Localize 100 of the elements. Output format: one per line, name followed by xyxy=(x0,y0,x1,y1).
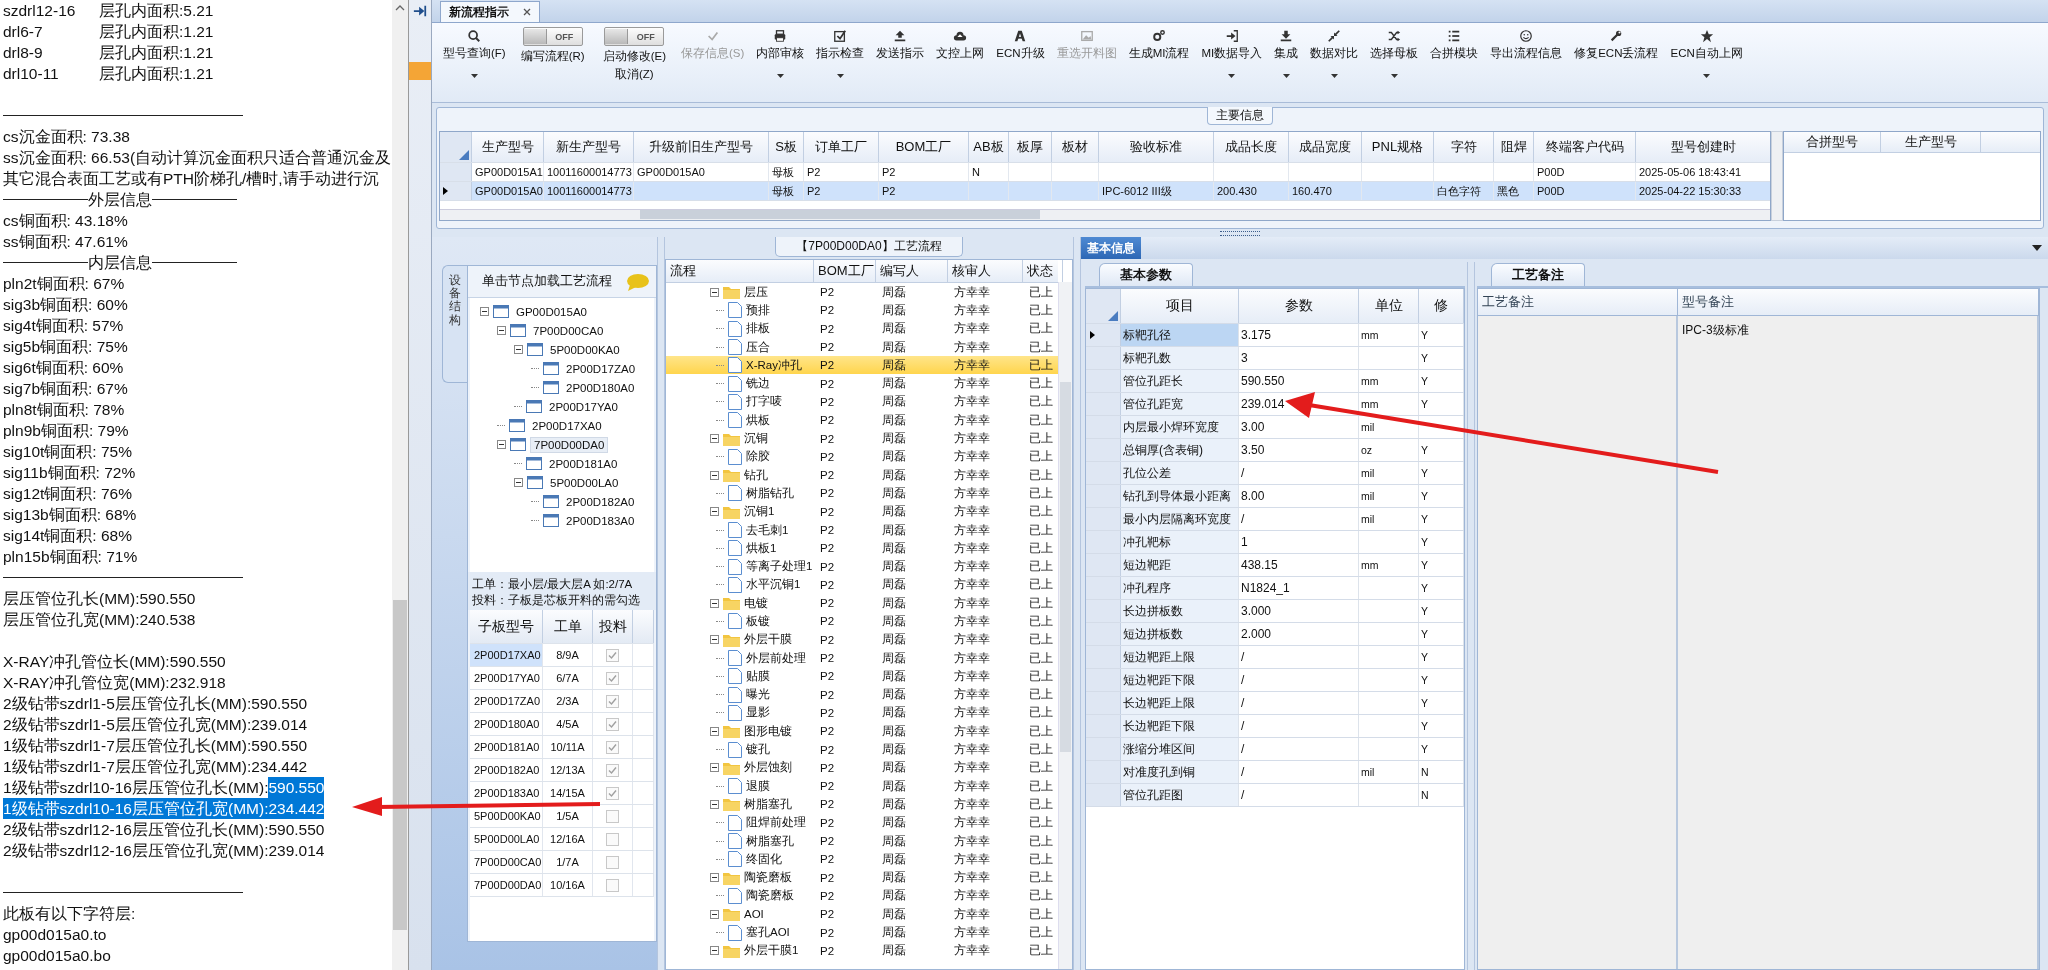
tree-node[interactable]: 2P00D181A0 xyxy=(546,456,621,471)
collapse-icon[interactable] xyxy=(710,873,719,883)
process-row[interactable]: 沉铜 P2 周磊 方幸幸 已上 xyxy=(666,429,1058,448)
collapse-icon[interactable] xyxy=(497,440,506,449)
checkbox[interactable] xyxy=(606,648,619,662)
toolbar-button[interactable]: 合拼模块 xyxy=(1425,27,1484,99)
collapse-icon[interactable] xyxy=(710,909,719,919)
scroll-up-icon[interactable] xyxy=(395,4,406,12)
toolbar-button[interactable]: 文控上网 xyxy=(931,27,990,99)
process-row[interactable]: 树脂塞孔 P2 周磊 方幸幸 已上 xyxy=(666,831,1058,851)
board-cell[interactable]: 2P00D17ZA0 xyxy=(470,690,543,712)
checkbox[interactable] xyxy=(606,832,619,846)
process-row[interactable]: 陶瓷磨板 P2 周磊 方幸幸 已上 xyxy=(666,868,1058,887)
tree-node[interactable]: 2P00D182A0 xyxy=(563,494,638,509)
table-cell[interactable]: 短边拼板数 xyxy=(1121,623,1239,645)
toolbar-button[interactable]: 发送指示 xyxy=(871,27,930,99)
collapse-icon[interactable] xyxy=(710,470,719,480)
process-row[interactable]: 显影 P2 周磊 方幸幸 已上 xyxy=(666,703,1058,723)
process-row[interactable]: 阻焊前处理 P2 周磊 方幸幸 已上 xyxy=(666,813,1058,832)
scrollbar[interactable] xyxy=(1058,282,1072,969)
table-cell[interactable]: 涨缩分堆区间 xyxy=(1121,738,1239,760)
toolbar-button[interactable]: 指示检查 xyxy=(811,27,870,99)
column-header[interactable]: BOM工厂 xyxy=(879,132,969,162)
table-cell[interactable]: 对准度孔到铜 xyxy=(1121,761,1239,783)
process-row[interactable]: 预排 P2 周磊 方幸幸 已上 xyxy=(666,301,1058,320)
caret-icon[interactable] xyxy=(1282,74,1290,78)
splitter[interactable] xyxy=(1467,262,1475,970)
table-cell[interactable]: 钻孔到导体最小距离 xyxy=(1121,485,1239,507)
scrollbar[interactable] xyxy=(440,209,1770,220)
table-cell[interactable]: 内层最小焊环宽度 xyxy=(1121,416,1239,438)
column-header[interactable]: 修 xyxy=(1419,289,1464,323)
close-icon[interactable] xyxy=(523,8,531,16)
process-row[interactable]: 陶瓷磨板 P2 周磊 方幸幸 已上 xyxy=(666,886,1058,906)
column-header[interactable]: 板厚 xyxy=(1009,132,1052,162)
collapse-icon[interactable] xyxy=(514,345,523,354)
table-cell[interactable]: 管位孔距长 xyxy=(1121,370,1239,392)
caret-icon[interactable] xyxy=(836,74,844,78)
toolbar-button[interactable]: MI数据导入 xyxy=(1196,27,1268,99)
tree-node[interactable]: 2P00D180A0 xyxy=(563,380,638,395)
column-header[interactable]: 新生产型号 xyxy=(544,132,634,162)
toolbar-button[interactable]: ECN升级 xyxy=(991,27,1050,99)
table-cell[interactable]: 冲孔靶标 xyxy=(1121,531,1239,553)
column-header[interactable]: AB板 xyxy=(969,132,1009,162)
process-row[interactable]: 层压 P2 周磊 方幸幸 已上 xyxy=(666,283,1058,302)
column-header[interactable]: 工单 xyxy=(543,610,593,643)
scrollbar[interactable] xyxy=(1771,131,1783,221)
column-header[interactable]: 子板型号 xyxy=(470,610,543,643)
splitter-grip[interactable] xyxy=(1220,230,1260,236)
column-header[interactable]: 编写人 xyxy=(876,260,948,282)
column-header[interactable]: 阻焊 xyxy=(1494,132,1534,162)
column-header[interactable]: 字符 xyxy=(1434,132,1494,162)
checkbox[interactable] xyxy=(606,786,619,800)
caret-icon[interactable] xyxy=(1330,74,1338,78)
tree-node[interactable]: 7P00D00DA0 xyxy=(530,436,609,453)
document-tab[interactable]: 新流程指示 xyxy=(440,1,540,22)
checkbox[interactable] xyxy=(606,671,619,685)
collapse-icon[interactable] xyxy=(710,507,719,517)
table-cell[interactable]: 标靶孔数 xyxy=(1121,347,1239,369)
process-row[interactable]: 外层干膜1 P2 周磊 方幸幸 已上 xyxy=(666,941,1058,960)
column-header[interactable]: 成品宽度 xyxy=(1289,132,1362,162)
column-header[interactable]: 验收标准 xyxy=(1099,132,1214,162)
table-row[interactable]: GP00D015A0 10011600014773 母板 P2 P2 IPC-6012 III级 200.430 160.470 白色字符 黑色 P00D 2025-04-22 15:30:33 xyxy=(440,182,1770,201)
table-cell[interactable]: 长边靶距下限 xyxy=(1121,715,1239,737)
collapse-icon[interactable] xyxy=(480,307,489,316)
process-row[interactable]: X-Ray冲孔 P2 周磊 方幸幸 已上 xyxy=(666,356,1058,375)
column-header[interactable]: 项目 xyxy=(1121,289,1239,323)
collapse-icon[interactable] xyxy=(710,598,719,608)
process-row[interactable]: 钻孔 P2 周磊 方幸幸 已上 xyxy=(666,465,1058,485)
column-header[interactable]: 订单工厂 xyxy=(804,132,879,162)
process-row[interactable]: 打字唛 P2 周磊 方幸幸 已上 xyxy=(666,392,1058,412)
column-header[interactable]: BOM工厂 xyxy=(814,260,876,282)
process-row[interactable]: 沉铜1 P2 周磊 方幸幸 已上 xyxy=(666,502,1058,521)
column-header[interactable]: 工艺备注 xyxy=(1478,289,1678,315)
caret-icon[interactable] xyxy=(1228,74,1236,78)
checkbox[interactable] xyxy=(606,763,619,777)
process-row[interactable]: 压合 P2 周磊 方幸幸 已上 xyxy=(666,337,1058,357)
process-row[interactable]: 板镀 P2 周磊 方幸幸 已上 xyxy=(666,612,1058,631)
board-cell[interactable]: 2P00D17YA0 xyxy=(470,667,543,689)
table-cell[interactable]: 短边靶距下限 xyxy=(1121,669,1239,691)
toolbar-button[interactable]: 型号查询(F) xyxy=(438,27,511,99)
scrollbar[interactable] xyxy=(392,0,408,970)
process-row[interactable]: 镀孔 P2 周磊 方幸幸 已上 xyxy=(666,740,1058,759)
collapse-icon[interactable] xyxy=(710,635,719,645)
column-header[interactable]: 核审人 xyxy=(948,260,1023,282)
toggle-switch[interactable]: OFF xyxy=(522,27,583,46)
column-header[interactable]: 板材 xyxy=(1052,132,1099,162)
toolbar-button[interactable]: 修复ECN丢流程 xyxy=(1569,27,1664,99)
collapse-icon[interactable] xyxy=(497,326,506,335)
column-header[interactable]: S板 xyxy=(769,132,804,162)
process-row[interactable]: 退膜 P2 周磊 方幸幸 已上 xyxy=(666,777,1058,796)
checkbox[interactable] xyxy=(606,740,619,754)
panel-tab[interactable]: 基本参数 xyxy=(1099,263,1193,286)
collapse-icon[interactable] xyxy=(710,799,719,809)
process-row[interactable]: 烘板1 P2 周磊 方幸幸 已上 xyxy=(666,539,1058,558)
board-cell[interactable]: 5P00D00LA0 xyxy=(470,828,543,850)
table-cell[interactable]: 长边靶距上限 xyxy=(1121,692,1239,714)
process-row[interactable]: 树脂钻孔 P2 周磊 方幸幸 已上 xyxy=(666,484,1058,503)
collapse-icon[interactable] xyxy=(710,726,719,736)
board-cell[interactable]: 7P00D00DA0 xyxy=(470,874,543,896)
column-header[interactable]: PNL规格 xyxy=(1362,132,1434,162)
